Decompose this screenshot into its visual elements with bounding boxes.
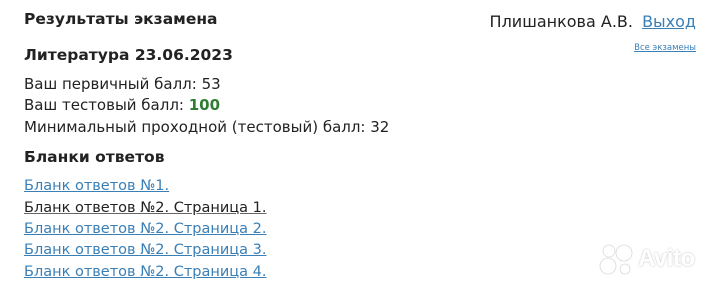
primary-score-value: 53 [201,75,221,93]
avito-watermark-text: Avito [638,245,695,272]
min-score-label: Минимальный проходной (тестовый) балл: [24,118,371,136]
user-block: Плишанкова А.В. Выход [490,10,696,34]
answer-form-link-2-page-3[interactable]: Бланк ответов №2. Страница 3. [24,240,267,260]
page-title: Результаты экзамена [24,10,218,28]
exam-title: Литература 23.06.2023 [24,46,233,64]
answer-form-link-2-page-2[interactable]: Бланк ответов №2. Страница 2. [24,219,267,239]
user-name: Плишанкова А.В. [489,12,633,31]
min-score-value: 32 [370,118,390,136]
answer-form-link-1[interactable]: Бланк ответов №1. [24,176,169,196]
answer-form-link-2-page-1[interactable]: Бланк ответов №2. Страница 1. [24,198,267,218]
logout-link[interactable]: Выход [642,12,696,31]
min-score-line: Минимальный проходной (тестовый) балл: 3… [24,117,389,137]
avito-logo-icon [599,244,633,275]
primary-score-line: Ваш первичный балл: 53 [24,74,221,94]
primary-score-label: Ваш первичный балл: [24,75,202,93]
all-exams-link[interactable]: Все экзамены [634,42,696,54]
test-score-value: 100 [188,96,221,114]
answer-forms-title: Бланки ответов [24,148,165,166]
avito-watermark: Avito [598,242,708,276]
test-score-line: Ваш тестовый балл: 100 [24,95,220,115]
answer-form-link-2-page-4[interactable]: Бланк ответов №2. Страница 4. [24,262,267,282]
test-score-label: Ваш тестовый балл: [24,96,189,114]
